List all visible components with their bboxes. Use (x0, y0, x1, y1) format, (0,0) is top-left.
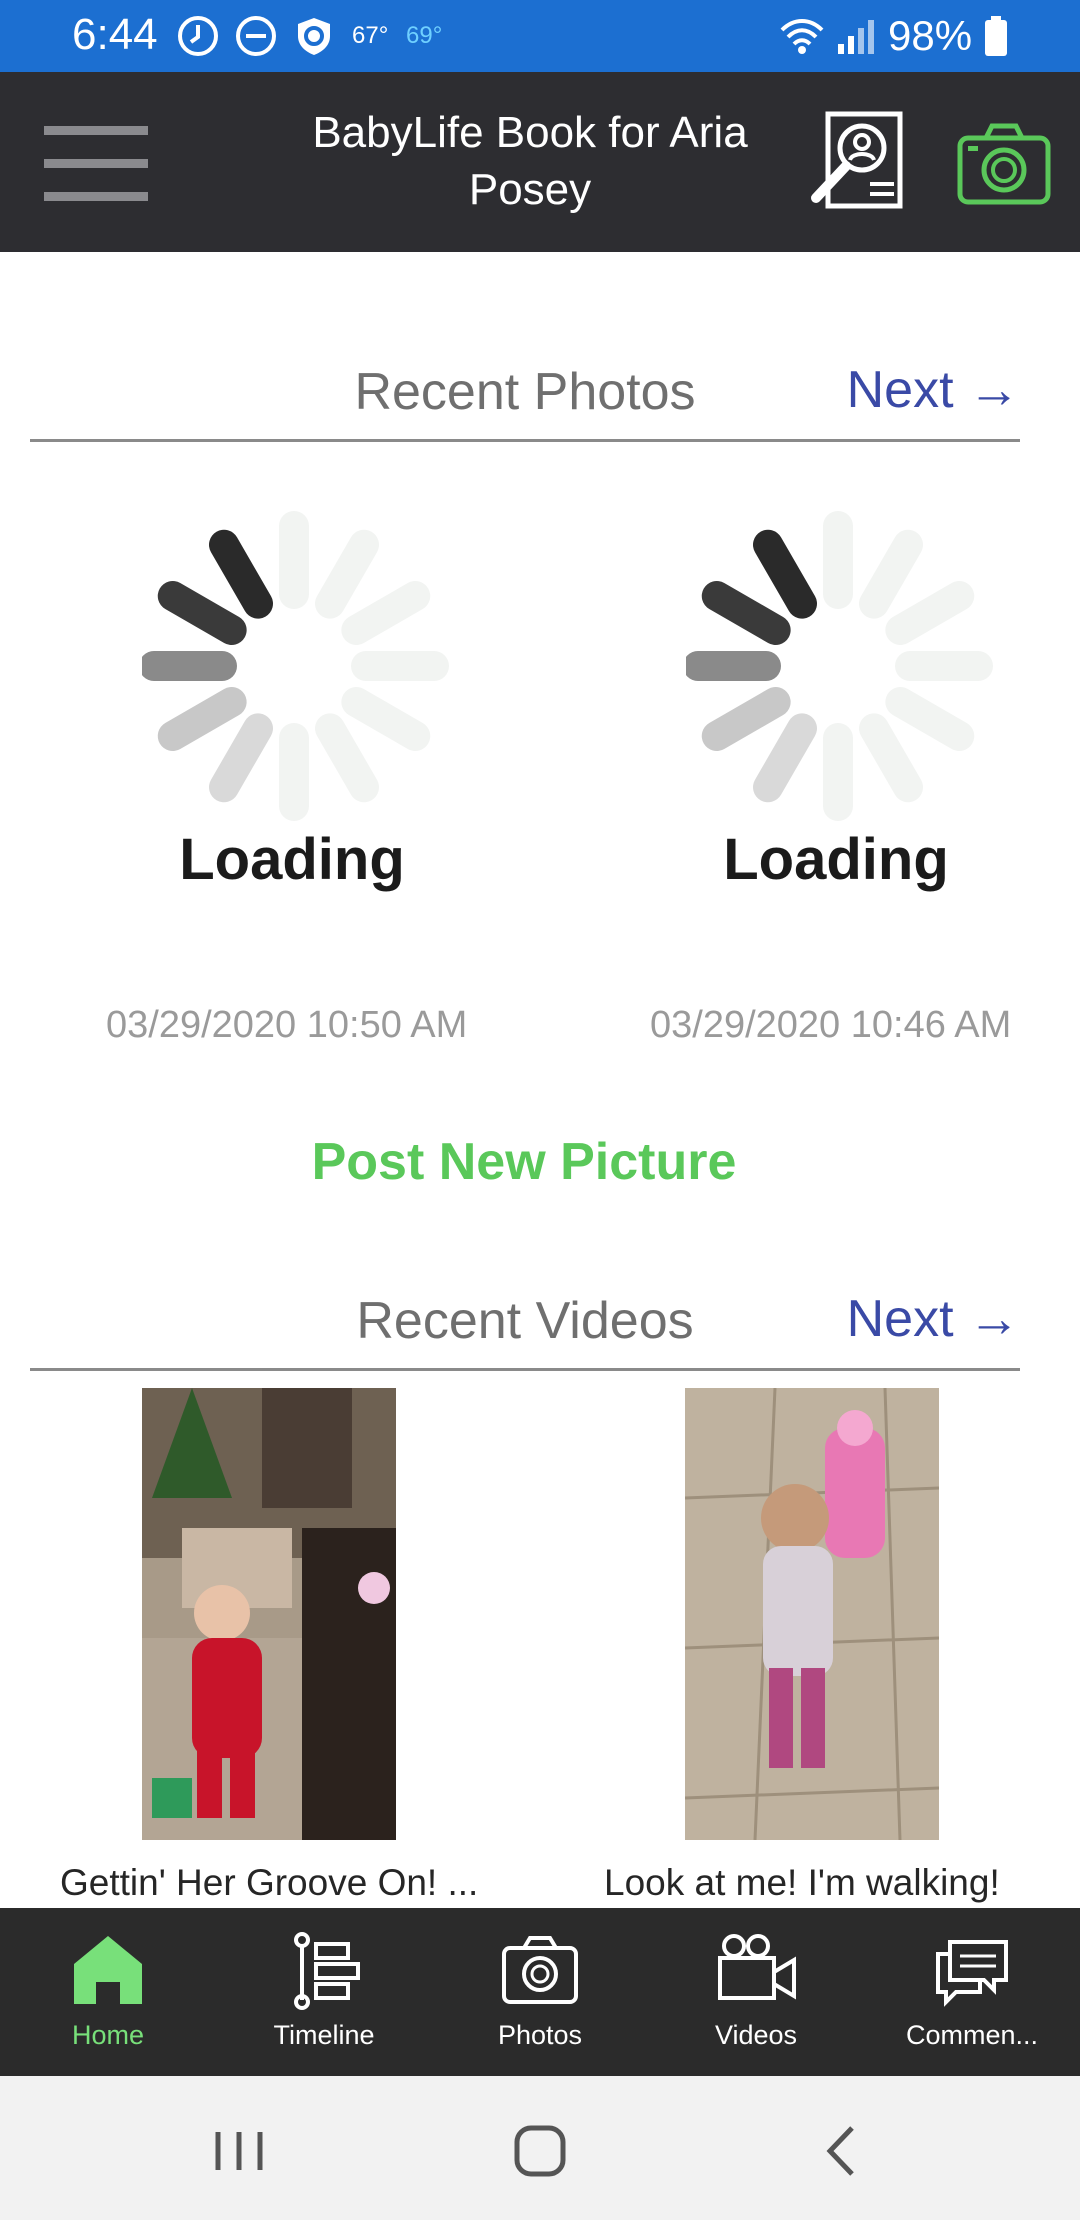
loading-label: Loading (723, 827, 949, 892)
shield-icon (298, 18, 330, 55)
spinner-bar (885, 687, 975, 751)
spinner-bar (859, 713, 923, 803)
app-title: BabyLife Book for Aria Posey (312, 108, 748, 214)
nav-videos[interactable]: Videos (648, 1908, 864, 2076)
home-icon (74, 1936, 142, 2004)
search-book-button[interactable] (808, 108, 908, 214)
video-thumbnail-image (685, 1388, 939, 1840)
search-book-icon (811, 111, 903, 209)
photos-next-link[interactable]: Next → (847, 360, 1020, 420)
camera-icon (957, 123, 1051, 205)
comments-icon (936, 1940, 1008, 2007)
timeline-icon (294, 1932, 360, 2010)
spinner-bar (753, 529, 817, 619)
spinner-bar (885, 581, 975, 645)
alarm-icon (178, 16, 218, 56)
back-icon[interactable] (808, 2116, 878, 2186)
nav-home[interactable]: Home (0, 1908, 216, 2076)
recent-apps-icon[interactable] (204, 2116, 274, 2186)
camera-button[interactable] (956, 120, 1052, 206)
status-bar: 6:44 67° 69° 98% (0, 0, 1080, 72)
home-circle-icon[interactable] (505, 2116, 575, 2186)
loading-spinner-icon (686, 511, 993, 821)
spinner-bar (157, 581, 247, 645)
wifi-icon (780, 19, 824, 54)
nav-label: Photos (497, 2020, 583, 2050)
video-caption: Look at me! I'm walking! (604, 1862, 1000, 1903)
spinner-bar (157, 687, 247, 751)
nav-label: Timeline (273, 2020, 375, 2050)
video-thumbnail[interactable] (142, 1388, 396, 1840)
app-bar: BabyLife Book for Aria Posey (0, 72, 1080, 252)
spinner-bar (209, 713, 273, 803)
spinner-bar (859, 529, 923, 619)
camera-icon (502, 1936, 578, 2004)
spinner-bar (701, 581, 791, 645)
system-nav-bar (0, 2076, 1080, 2220)
photo-date: 03/29/2020 10:46 AM (650, 1004, 1012, 1046)
loading-label: Loading (179, 827, 405, 892)
photo-tile-1[interactable]: Loading (142, 510, 462, 910)
spinner-bar (209, 529, 273, 619)
videos-next-link[interactable]: Next → (847, 1289, 1020, 1349)
nav-label: Videos (714, 2020, 798, 2050)
menu-button[interactable] (44, 126, 148, 201)
bottom-nav: Home Timeline Photos Videos Commen... (0, 1908, 1080, 2076)
nav-timeline[interactable]: Timeline (216, 1908, 432, 2076)
video-camera-icon (718, 1934, 796, 2000)
photo-date: 03/29/2020 10:50 AM (106, 1004, 468, 1046)
recent-photos-header: Recent Photos Next → (30, 346, 1020, 442)
battery-icon (985, 16, 1007, 56)
nav-comments[interactable]: Commen... (864, 1908, 1080, 2076)
nav-photos[interactable]: Photos (432, 1908, 648, 2076)
spinner-bar (753, 713, 817, 803)
video-caption: Gettin' Her Groove On! ... (60, 1862, 479, 1903)
temp-primary: 67° (352, 22, 389, 49)
battery-percent: 98% (888, 12, 973, 59)
spinner-bar (341, 687, 431, 751)
nav-label: Commen... (905, 2020, 1039, 2050)
recent-videos-header: Recent Videos Next → (30, 1275, 1020, 1371)
spinner-bar (341, 581, 431, 645)
loading-spinner-icon (142, 511, 449, 821)
signal-icon (838, 20, 874, 54)
dnd-icon (236, 16, 276, 56)
menu-icon (44, 126, 148, 135)
status-time: 6:44 (72, 10, 158, 59)
post-new-picture-button[interactable]: Post New Picture (0, 1132, 1048, 1192)
video-thumbnail-image (142, 1388, 396, 1840)
spinner-bar (315, 713, 379, 803)
spinner-bar (701, 687, 791, 751)
video-thumbnail[interactable] (685, 1388, 939, 1840)
temp-secondary: 69° (406, 22, 443, 49)
photo-tile-2[interactable]: Loading (686, 510, 1006, 910)
nav-label: Home (71, 2020, 145, 2050)
spinner-bar (315, 529, 379, 619)
